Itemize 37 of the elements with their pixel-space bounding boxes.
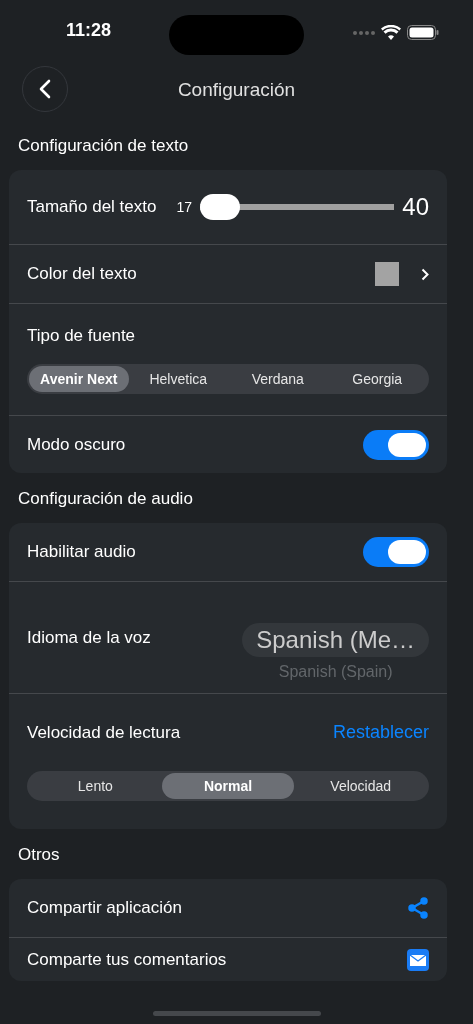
back-icon	[38, 79, 52, 99]
segment-option[interactable]: Verdana	[228, 365, 328, 392]
segment-option[interactable]: Normal	[161, 773, 295, 799]
wifi-icon	[381, 25, 401, 40]
setting-label: Tamaño del texto	[27, 197, 157, 217]
segment-option[interactable]: Georgia	[327, 365, 427, 392]
setting-label: Modo oscuro	[27, 434, 126, 455]
setting-label: Comparte tus comentarios	[27, 949, 227, 970]
setting-label: Color del texto	[27, 264, 137, 284]
toggle-switch[interactable]	[363, 429, 429, 460]
voice-picker[interactable]: Spanish (Me…	[242, 622, 429, 657]
setting-label: Velocidad de lectura	[27, 722, 181, 743]
back-button[interactable]	[22, 66, 68, 112]
toggle-switch[interactable]	[363, 537, 429, 567]
share-icon[interactable]	[407, 897, 429, 919]
section-heading: Otros	[17, 844, 61, 866]
setting-label: Compartir aplicación	[27, 898, 182, 918]
section-heading: Configuración de texto	[17, 135, 190, 157]
mail-icon[interactable]	[407, 948, 429, 971]
status-time: 11:28	[66, 19, 113, 41]
segment-option[interactable]: Avenir Next	[29, 365, 129, 392]
signal-icon	[353, 30, 375, 35]
section-heading: Configuración de audio	[17, 488, 194, 510]
segment-option[interactable]: Lento	[29, 773, 162, 799]
slider-max-value: 40	[402, 193, 429, 221]
battery-icon	[407, 25, 439, 40]
segment-option[interactable]: Velocidad	[294, 773, 427, 799]
segment-option[interactable]: Helvetica	[128, 365, 228, 392]
slider-thumb[interactable]	[200, 194, 241, 220]
reset-link[interactable]: Restablecer	[332, 722, 429, 743]
screen-title: Configuración	[177, 79, 296, 101]
slider-min-value: 17	[176, 199, 193, 215]
color-swatch[interactable]	[375, 262, 399, 286]
setting-label: Idioma de la voz	[27, 627, 151, 648]
chevron-icon	[421, 267, 429, 281]
setting-label: Habilitar audio	[27, 542, 136, 562]
setting-label: Tipo de fuente	[27, 325, 136, 346]
